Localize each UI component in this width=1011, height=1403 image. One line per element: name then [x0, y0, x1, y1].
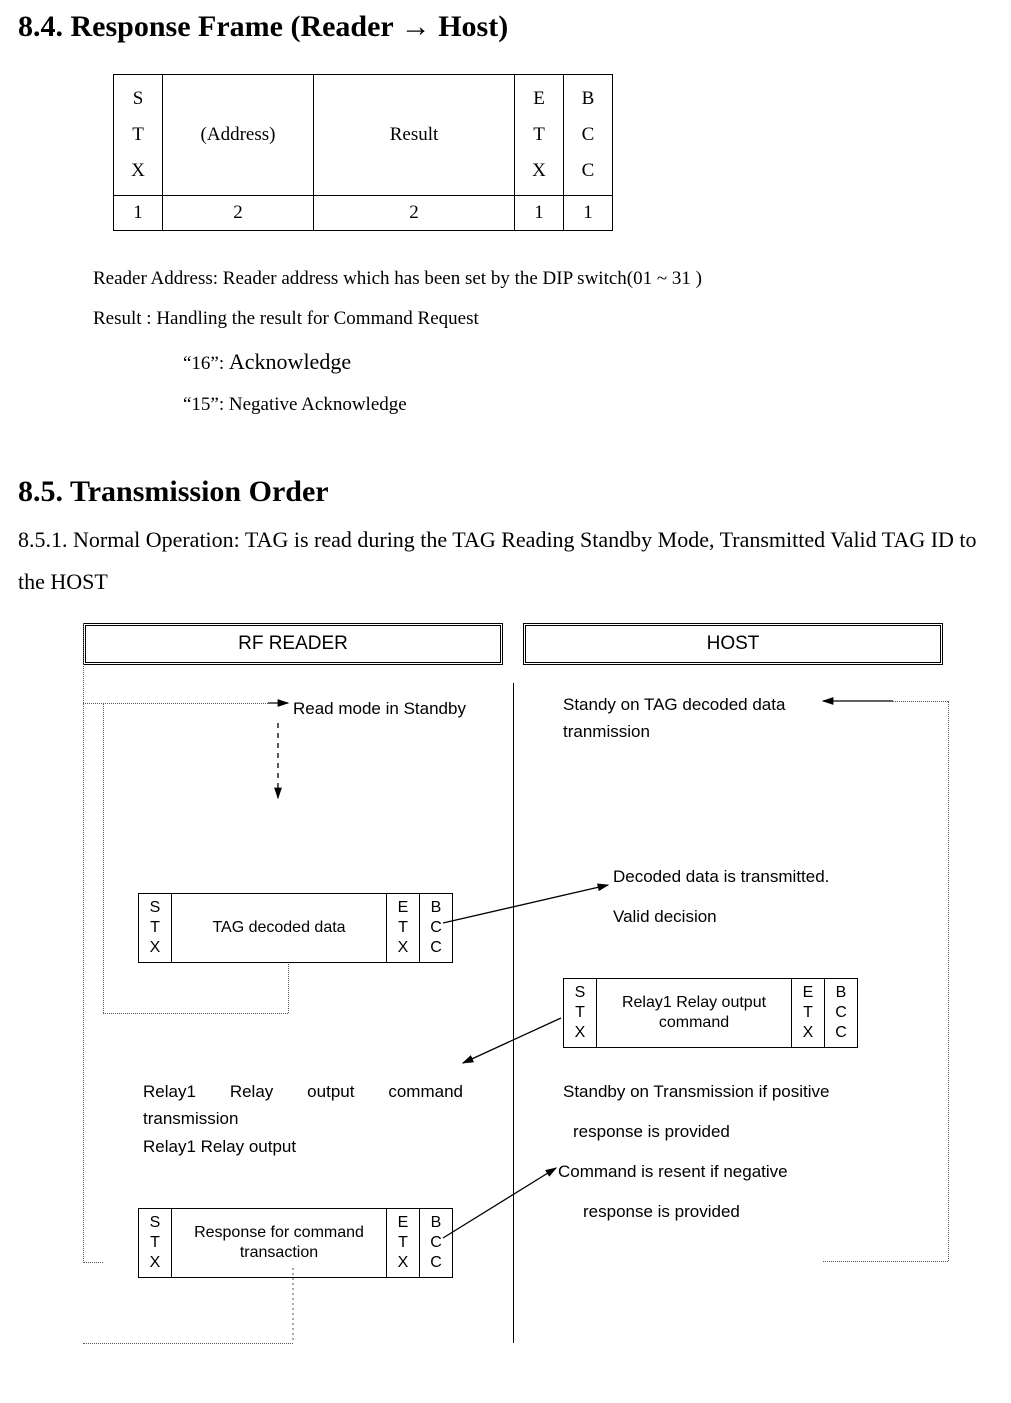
cell-result: Result	[314, 75, 515, 196]
mini2-etx: ETX	[792, 978, 825, 1047]
cell-etx-text: ETX	[532, 88, 546, 181]
desc-result-15: “15”: Negative Acknowledge	[183, 385, 993, 425]
label-decoded-2: Valid decision	[613, 903, 717, 930]
desc-result-16-word: Acknowledge	[229, 349, 351, 374]
cell-stx-text: STX	[131, 88, 145, 181]
mini3-etx: ETX	[387, 1208, 420, 1277]
label-decoded-1: Decoded data is transmitted.	[613, 863, 829, 890]
label-relay-left-2: Relay1 Relay output	[143, 1133, 296, 1160]
mini-frame-response: STX Response for command transaction ETX…	[138, 1208, 453, 1278]
width-address: 2	[163, 196, 314, 231]
label-host-standby: Standy on TAG decoded data tranmission	[563, 691, 813, 745]
width-etx: 1	[515, 196, 564, 231]
cell-address: (Address)	[163, 75, 314, 196]
cell-stx: STX	[114, 75, 163, 196]
width-bcc: 1	[564, 196, 613, 231]
label-relay-left-1: Relay1 Relay output command transmission	[143, 1078, 463, 1132]
mini1-bcc: BCC	[420, 893, 453, 962]
mini-frame-tag-decoded: STX TAG decoded data ETX BCC	[138, 893, 453, 963]
mini1-stx: STX	[139, 893, 172, 962]
label-read-mode: Read mode in Standby	[293, 695, 466, 722]
mini3-stx: STX	[139, 1208, 172, 1277]
mini2-mid: Relay1 Relay output command	[597, 978, 792, 1047]
cell-bcc-text: BCC	[582, 88, 595, 181]
label-host-resp-3: Command is resent if negative	[558, 1158, 878, 1185]
dash-reader-return	[83, 623, 103, 1263]
width-stx: 1	[114, 196, 163, 231]
mini1-mid: TAG decoded data	[172, 893, 387, 962]
diagram-header-host: HOST	[523, 623, 943, 665]
label-host-resp-4: response is provided	[583, 1198, 740, 1225]
width-result: 2	[314, 196, 515, 231]
mini3-mid: Response for command transaction	[172, 1208, 387, 1277]
dash-reader-bottom	[83, 1343, 293, 1344]
dash-reader-top	[83, 703, 268, 704]
diagram-divider	[513, 683, 514, 1343]
desc-reader-address: Reader Address: Reader address which has…	[93, 259, 993, 299]
section-8-4-title: 8.4. Response Frame (Reader → Host)	[18, 10, 993, 44]
label-host-resp-1: Standby on Transmission if positive	[563, 1078, 829, 1105]
dash-host-vert	[948, 701, 949, 1261]
dash-reader-left-vert	[103, 703, 104, 1013]
dash-host-bottom	[823, 1261, 948, 1262]
section-8-5-title: 8.5. Transmission Order	[18, 475, 993, 509]
dash-reader-mini1-left	[103, 1013, 288, 1014]
label-host-resp-2: response is provided	[573, 1118, 730, 1145]
mini2-bcc: BCC	[825, 978, 858, 1047]
diagram-header-reader: RF READER	[83, 623, 503, 665]
mini1-etx: ETX	[387, 893, 420, 962]
desc-result-16-prefix: “16”:	[183, 353, 229, 374]
cell-etx: ETX	[515, 75, 564, 196]
mini3-bcc: BCC	[420, 1208, 453, 1277]
transmission-order-diagram: RF READER HOST Read mode in Standby Stan…	[83, 623, 983, 1363]
desc-result-16: “16”: Acknowledge	[183, 339, 993, 385]
section-8-5-1-subhead: 8.5.1. Normal Operation: TAG is read dur…	[18, 519, 993, 603]
dash-host-top	[893, 701, 948, 702]
response-frame-table-wrap: STX (Address) Result ETX BCC 1 2 2 1 1	[113, 74, 993, 231]
section-8-4-description: Reader Address: Reader address which has…	[93, 259, 993, 425]
mini2-stx: STX	[564, 978, 597, 1047]
desc-result: Result : Handling the result for Command…	[93, 299, 993, 339]
mini-frame-relay-cmd: STX Relay1 Relay output command ETX BCC	[563, 978, 858, 1048]
response-frame-table: STX (Address) Result ETX BCC 1 2 2 1 1	[113, 74, 613, 231]
cell-bcc: BCC	[564, 75, 613, 196]
